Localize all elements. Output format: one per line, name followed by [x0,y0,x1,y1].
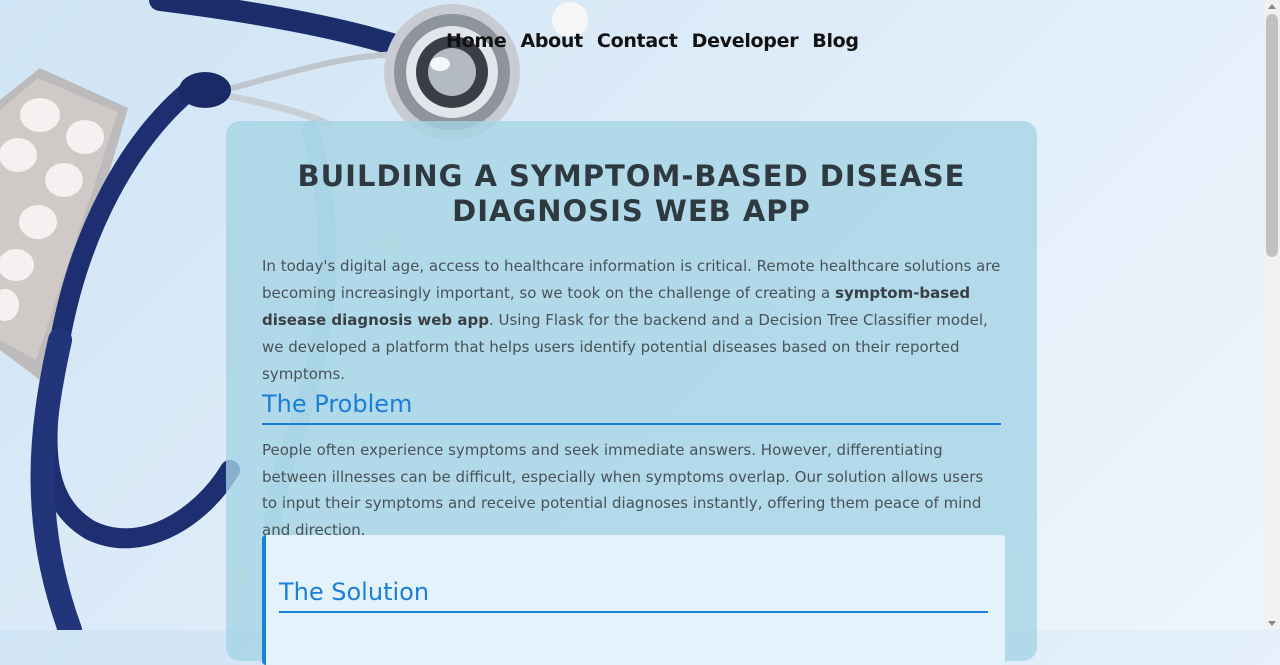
nav-about-link[interactable]: About [520,30,583,52]
solution-heading: The Solution [279,577,988,613]
article-card: BUILDING A SYMPTOM-BASED DISEASE DIAGNOS… [226,121,1037,665]
nav-contact-link[interactable]: Contact [597,30,678,52]
page-scrollbar[interactable] [1264,0,1280,630]
problem-heading: The Problem [262,389,1001,425]
nav-developer-link[interactable]: Developer [692,30,799,52]
scrollbar-thumb[interactable] [1266,14,1278,257]
scroll-down-arrow-icon[interactable] [1268,621,1276,626]
solution-section: The Solution [262,535,1005,665]
scroll-up-arrow-icon[interactable] [1268,4,1276,9]
main-navigation: Home About Contact Developer Blog [446,30,859,52]
nav-home-link[interactable]: Home [446,30,507,52]
stethoscope-chestpiece-icon [384,4,520,140]
problem-paragraph: People often experience symptoms and see… [262,441,984,539]
nav-blog-link[interactable]: Blog [812,30,859,52]
article-title: BUILDING A SYMPTOM-BASED DISEASE DIAGNOS… [297,159,966,228]
intro-paragraph: In today's digital age, access to health… [262,253,1002,388]
